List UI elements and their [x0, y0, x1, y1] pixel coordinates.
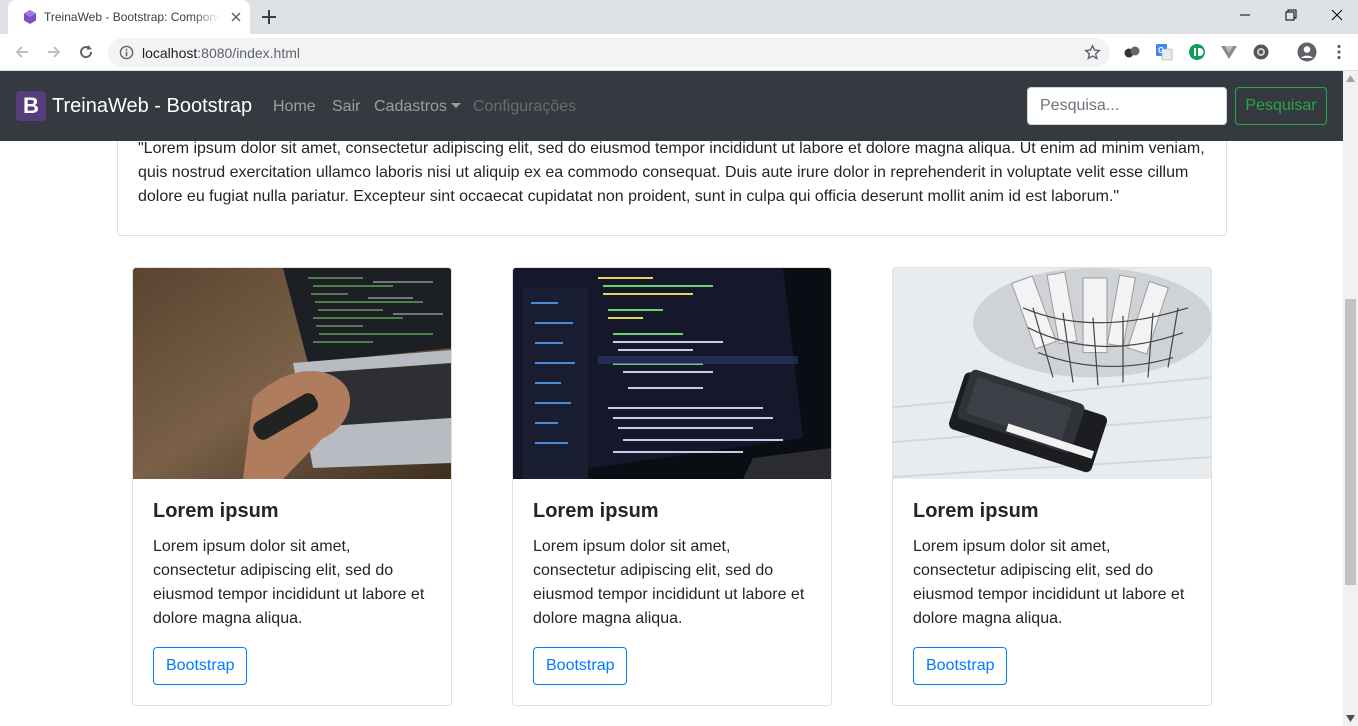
card-image-code-laptop — [513, 268, 831, 479]
card-title: Lorem ipsum — [913, 500, 1039, 522]
card: Lorem ipsum Lorem ipsum dolor sit amet, … — [892, 267, 1212, 706]
card-text: Lorem ipsum dolor sit amet, consectetur … — [533, 538, 805, 627]
card-bootstrap-button[interactable]: Bootstrap — [533, 647, 628, 685]
card-title: Lorem ipsum — [533, 500, 659, 522]
bootstrap-logo-icon[interactable]: B — [16, 91, 46, 121]
nav-link-sair[interactable]: Sair — [332, 98, 360, 116]
page-scrollbar[interactable] — [1343, 71, 1358, 726]
minimize-icon[interactable] — [1222, 0, 1268, 30]
browser-tab[interactable]: TreinaWeb - Bootstrap: Componentes — [8, 0, 250, 34]
card-body: Lorem ipsum Lorem ipsum dolor sit amet, … — [513, 479, 831, 705]
card: Lorem ipsum Lorem ipsum dolor sit amet, … — [132, 267, 452, 706]
scroll-down-arrow-icon[interactable] — [1346, 715, 1355, 722]
quote-text: "Lorem ipsum dolor sit amet, consectetur… — [138, 140, 1205, 205]
google-translate-icon[interactable]: G — [1155, 43, 1173, 61]
card-image-basket-phone — [893, 268, 1211, 479]
address-bar[interactable]: localhost:8080/index.html — [108, 38, 1110, 67]
card-bootstrap-button[interactable]: Bootstrap — [913, 647, 1008, 685]
scroll-thumb[interactable] — [1345, 299, 1356, 585]
extension-globe-icon[interactable] — [1252, 43, 1270, 61]
nav-dropdown-cadastros[interactable]: Cadastros — [374, 98, 461, 116]
scroll-up-arrow-icon[interactable] — [1346, 75, 1355, 82]
card-image-laptop-hands — [133, 268, 451, 479]
forward-arrow-icon[interactable] — [44, 42, 64, 62]
brand-name[interactable]: TreinaWeb - Bootstrap — [52, 95, 252, 118]
card-title: Lorem ipsum — [153, 500, 279, 522]
nav-dropdown-label: Cadastros — [374, 98, 447, 115]
url-text: localhost:8080/index.html — [142, 45, 300, 61]
card-bootstrap-button[interactable]: Bootstrap — [153, 647, 248, 685]
svg-text:G: G — [1158, 46, 1164, 55]
close-window-icon[interactable] — [1314, 0, 1358, 30]
nav-link-home[interactable]: Home — [273, 98, 316, 116]
search-button[interactable]: Pesquisar — [1235, 87, 1327, 125]
profile-avatar-icon[interactable] — [1297, 42, 1317, 62]
restore-icon[interactable] — [1268, 0, 1314, 30]
browser-tab-strip: TreinaWeb - Bootstrap: Componentes — [0, 0, 1358, 34]
extension-green-icon[interactable] — [1188, 43, 1206, 61]
nav-link-configuracoes: Configurações — [473, 98, 577, 115]
browser-menu-icon[interactable] — [1330, 43, 1348, 61]
card-text: Lorem ipsum dolor sit amet, consectetur … — [913, 538, 1185, 627]
bookmark-star-icon[interactable] — [1084, 44, 1101, 61]
new-tab-icon[interactable] — [260, 8, 278, 26]
close-tab-icon[interactable] — [228, 9, 244, 25]
search-input[interactable] — [1027, 87, 1227, 125]
card-body: Lorem ipsum Lorem ipsum dolor sit amet, … — [133, 479, 451, 705]
card-text: Lorem ipsum dolor sit amet, consectetur … — [153, 538, 425, 627]
navbar: B TreinaWeb - Bootstrap Home Sair Cadast… — [0, 71, 1343, 141]
info-icon[interactable] — [119, 45, 134, 60]
tab-title: TreinaWeb - Bootstrap: Componentes — [44, 10, 220, 24]
browser-toolbar: localhost:8080/index.html G — [0, 34, 1358, 71]
page-viewport: "Lorem ipsum dolor sit amet, consectetur… — [0, 71, 1343, 726]
extension-glasses-icon[interactable] — [1123, 43, 1141, 61]
bootstrap-favicon-icon — [24, 10, 36, 24]
card-body: Lorem ipsum Lorem ipsum dolor sit amet, … — [893, 479, 1211, 705]
back-arrow-icon[interactable] — [12, 42, 32, 62]
card: Lorem ipsum Lorem ipsum dolor sit amet, … — [512, 267, 832, 706]
reload-icon[interactable] — [76, 42, 96, 62]
vue-devtools-icon[interactable] — [1220, 43, 1238, 61]
